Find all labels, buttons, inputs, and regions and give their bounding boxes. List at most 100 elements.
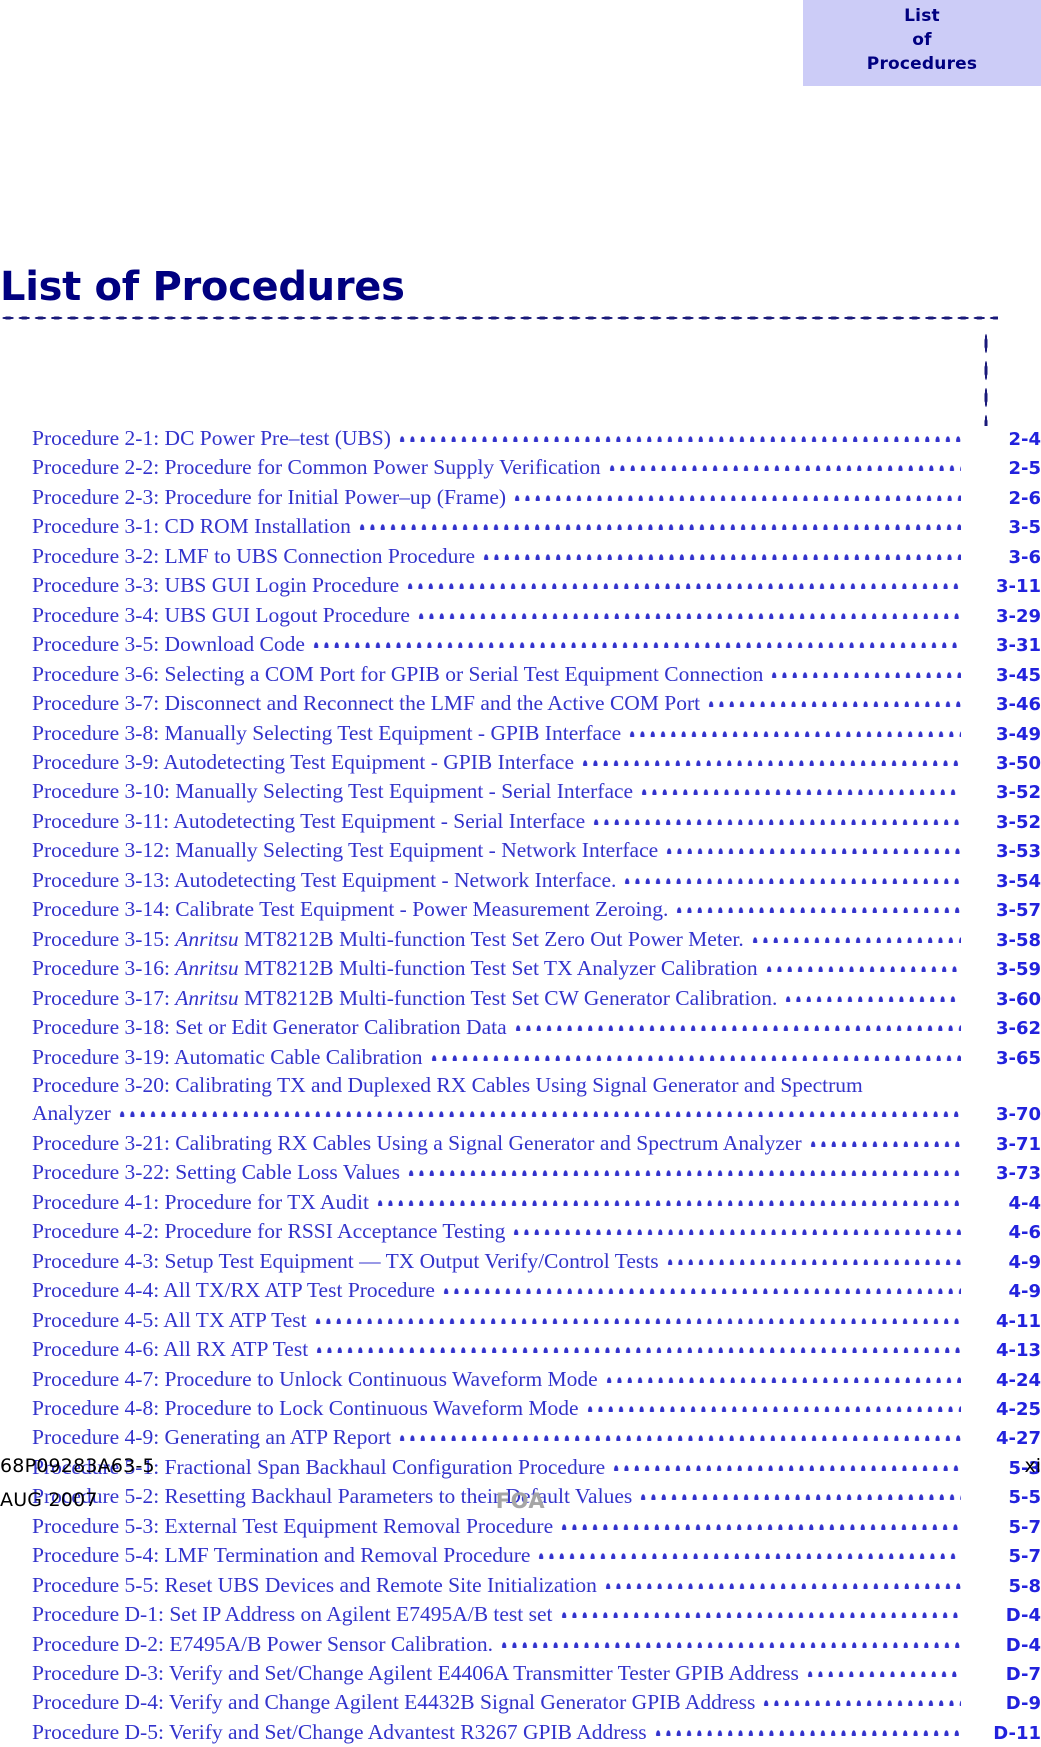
procedure-entry[interactable]: Procedure 3-19: Automatic Cable Calibrat…	[0, 1039, 1041, 1072]
procedure-entry[interactable]: Procedure 4-7: Procedure to Unlock Conti…	[0, 1361, 1041, 1394]
procedure-entry[interactable]: Procedure 3-17: Anritsu MT8212B Multi-fu…	[0, 980, 1041, 1013]
footer-status-badge: FOA	[495, 1489, 546, 1513]
procedure-entry[interactable]: Procedure 3-16: Anritsu MT8212B Multi-fu…	[0, 951, 1041, 983]
leader-dots	[622, 862, 961, 884]
leader-dots	[783, 980, 961, 1002]
procedure-entry[interactable]: Procedure D-5: Verify and Set/Change Adv…	[0, 1714, 1041, 1747]
procedure-entry[interactable]: Procedure 3-20: Calibrating TX and Duple…	[0, 1072, 1041, 1129]
footer-page-number: xi	[1024, 1455, 1041, 1477]
procedure-label-line-1: Procedure 3-20: Calibrating TX and Duple…	[32, 1072, 863, 1097]
procedure-entry[interactable]: Procedure 4-9: Generating an ATP Report 4…	[0, 1420, 1041, 1452]
procedure-row: Procedure 4-1: Procedure for TX Audit 4-4	[32, 1184, 1041, 1217]
procedure-row: Procedure 2-2: Procedure for Common Powe…	[32, 450, 1041, 482]
leader-dots	[512, 479, 961, 501]
procedure-entry[interactable]: Procedure 3-2: LMF to UBS Connection Pro…	[0, 538, 1041, 571]
procedure-entry[interactable]: Procedure 3-13: Autodetecting Test Equip…	[0, 862, 1041, 895]
procedure-entry[interactable]: Procedure 2-2: Procedure for Common Powe…	[0, 450, 1041, 482]
procedure-row: Procedure 3-3: UBS GUI Login Procedure 3-…	[32, 568, 1041, 600]
procedure-label-brand: Anritsu	[175, 926, 239, 951]
procedure-row: Procedure 3-1: CD ROM Installation 3-5	[32, 509, 1041, 541]
procedure-entry[interactable]: Procedure 4-4: All TX/RX ATP Test Proced…	[0, 1273, 1041, 1305]
procedure-entry[interactable]: Procedure 4-3: Setup Test Equipment — TX…	[0, 1243, 1041, 1276]
procedure-entry[interactable]: Procedure D-2: E7495A/B Power Sensor Cal…	[0, 1626, 1041, 1659]
leader-dots	[591, 803, 961, 825]
procedure-entry[interactable]: Procedure 3-1: CD ROM Installation 3-5	[0, 509, 1041, 541]
procedure-entry[interactable]: Procedure 3-7: Disconnect and Reconnect …	[0, 686, 1041, 718]
procedure-entry[interactable]: Procedure 4-1: Procedure for TX Audit 4-4	[0, 1184, 1041, 1217]
title-rule-vertical-tail	[984, 330, 988, 426]
procedure-entry[interactable]: Procedure 5-4: LMF Termination and Remov…	[0, 1538, 1041, 1570]
procedure-entry[interactable]: Procedure 3-14: Calibrate Test Equipment…	[0, 892, 1041, 924]
procedure-entry[interactable]: Procedure 4-6: All RX ATP Test 4-13	[0, 1332, 1041, 1364]
procedure-label: Analyzer	[32, 1101, 111, 1126]
procedure-page-number: 3-53	[995, 841, 1041, 863]
procedure-entry[interactable]: Procedure 5-5: Reset UBS Devices and Rem…	[0, 1567, 1041, 1600]
procedure-entry[interactable]: Procedure D-4: Verify and Change Agilent…	[0, 1685, 1041, 1717]
procedure-entry[interactable]: Procedure D-3: Verify and Set/Change Agi…	[0, 1656, 1041, 1688]
leader-dots	[664, 833, 961, 855]
procedure-label: Procedure 4-8: Procedure to Lock Continu…	[32, 1395, 579, 1420]
leader-dots	[396, 421, 961, 442]
leader-dots	[374, 1184, 961, 1206]
procedure-label: Procedure 3-18: Set or Edit Generator Ca…	[32, 1015, 507, 1040]
procedure-row: Procedure 3-14: Calibrate Test Equipment…	[32, 892, 1041, 924]
procedure-entry[interactable]: Procedure 3-6: Selecting a COM Port for …	[0, 656, 1041, 689]
leader-dots	[511, 1214, 961, 1236]
procedure-entry[interactable]: Procedure D-1: Set IP Address on Agilent…	[0, 1597, 1041, 1629]
leader-dots	[580, 744, 961, 766]
procedure-row: Procedure 4-2: Procedure for RSSI Accept…	[32, 1214, 1041, 1246]
procedure-entry[interactable]: Procedure 3-10: Manually Selecting Test …	[0, 774, 1041, 806]
procedure-entry[interactable]: Procedure 3-18: Set or Edit Generator Ca…	[0, 1010, 1041, 1042]
procedure-entry[interactable]: Procedure 3-4: UBS GUI Logout Procedure 3…	[0, 597, 1041, 630]
leader-dots	[584, 1390, 961, 1412]
leader-dots	[652, 1714, 961, 1736]
procedure-label: Procedure 3-1: CD ROM Installation	[32, 514, 351, 539]
procedure-label: Procedure 4-7: Procedure to Unlock Conti…	[32, 1366, 598, 1391]
leader-dots	[706, 686, 961, 708]
procedure-entry[interactable]: Procedure 3-9: Autodetecting Test Equipm…	[0, 744, 1041, 777]
leader-dots	[498, 1626, 961, 1648]
procedure-page-number: 3-73	[995, 1163, 1041, 1185]
procedure-entry[interactable]: Procedure 4-2: Procedure for RSSI Accept…	[0, 1214, 1041, 1246]
procedure-entry[interactable]: Procedure 3-5: Download Code 3-31	[0, 627, 1041, 659]
procedure-page-number: D-11	[993, 1722, 1041, 1744]
procedure-label-suffix: MT8212B Multi-function Test Set Zero Out…	[238, 926, 744, 951]
procedure-entry[interactable]: Procedure 2-3: Procedure for Initial Pow…	[0, 479, 1041, 512]
procedure-row: Procedure 3-9: Autodetecting Test Equipm…	[32, 744, 1041, 777]
leader-dots	[627, 715, 961, 737]
procedure-entry[interactable]: Procedure 3-21: Calibrating RX Cables Us…	[0, 1125, 1041, 1158]
title-dotted-rule	[0, 316, 998, 320]
procedure-row: Procedure 3-18: Set or Edit Generator Ca…	[32, 1010, 1041, 1042]
procedure-label: Procedure 2-1: DC Power Pre–test (UBS)	[32, 426, 391, 450]
procedure-page-number: 4-13	[995, 1340, 1041, 1362]
procedure-list: Procedure 2-1: DC Power Pre–test (UBS) 2-…	[0, 421, 1041, 1747]
procedure-row: Procedure 3-17: Anritsu MT8212B Multi-fu…	[32, 980, 1041, 1013]
procedure-entry[interactable]: Procedure 3-8: Manually Selecting Test E…	[0, 715, 1041, 748]
procedure-page-number: 3-29	[995, 605, 1041, 627]
procedure-page-number: 2-4	[1008, 429, 1041, 450]
procedure-page-number: 5-7	[1008, 1546, 1041, 1568]
procedure-entry[interactable]: Procedure 3-3: UBS GUI Login Procedure 3-…	[0, 568, 1041, 600]
procedure-label: Procedure 3-3: UBS GUI Login Procedure	[32, 573, 400, 598]
procedure-entry[interactable]: Procedure 4-8: Procedure to Lock Continu…	[0, 1390, 1041, 1423]
leader-dots	[606, 450, 961, 472]
leader-dots	[769, 656, 961, 678]
procedure-entry[interactable]: Procedure 2-1: DC Power Pre–test (UBS) 2-…	[0, 421, 1041, 453]
procedure-label: Procedure 3-5: Download Code	[32, 632, 305, 657]
procedure-entry[interactable]: Procedure 3-22: Setting Cable Loss Value…	[0, 1155, 1041, 1187]
procedure-page-number: 3-6	[1008, 546, 1041, 568]
procedure-row: Procedure 5-4: LMF Termination and Remov…	[32, 1538, 1041, 1570]
procedure-label: Procedure 3-19: Automatic Cable Calibrat…	[32, 1044, 423, 1069]
procedure-row: Procedure D-4: Verify and Change Agilent…	[32, 1685, 1041, 1717]
procedure-entry[interactable]: Procedure 4-5: All TX ATP Test 4-11	[0, 1302, 1041, 1335]
procedure-entry[interactable]: Procedure 3-12: Manually Selecting Test …	[0, 833, 1041, 865]
leader-dots	[428, 1039, 961, 1061]
procedure-page-number: 4-9	[1008, 1251, 1041, 1273]
procedure-label: Procedure D-1: Set IP Address on Agilent…	[32, 1602, 553, 1627]
procedure-label: Procedure 3-12: Manually Selecting Test …	[32, 838, 659, 863]
procedure-entry[interactable]: Procedure 3-11: Autodetecting Test Equip…	[0, 803, 1041, 836]
procedure-entry[interactable]: Procedure 3-15: Anritsu MT8212B Multi-fu…	[0, 921, 1041, 954]
leader-dots	[804, 1656, 961, 1678]
procedure-label: Procedure 3-10: Manually Selecting Test …	[32, 779, 634, 804]
procedure-row: Procedure 4-8: Procedure to Lock Continu…	[32, 1390, 1041, 1423]
